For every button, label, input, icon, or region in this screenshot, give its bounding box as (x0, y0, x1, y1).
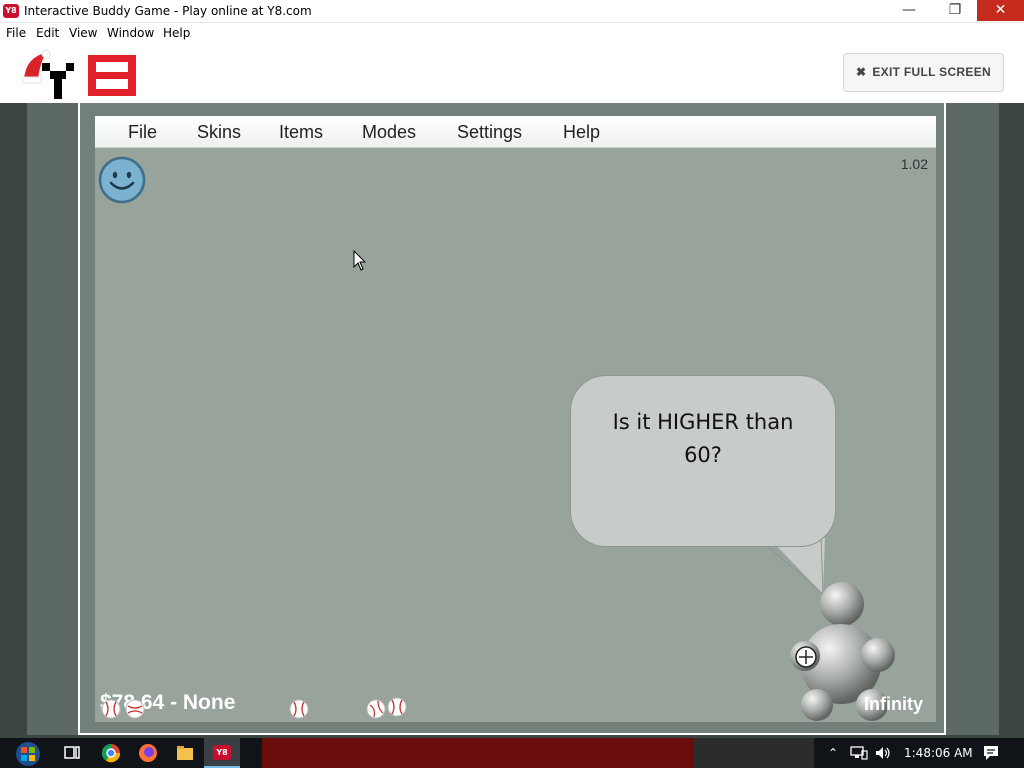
smiley-face-icon[interactable] (98, 156, 146, 204)
speech-line-1: Is it HIGHER than (612, 410, 794, 434)
close-icon: ✖ (856, 65, 867, 79)
minimize-button[interactable]: — (886, 0, 932, 21)
file-explorer-icon[interactable] (175, 743, 195, 763)
game-menu-items[interactable]: Items (279, 122, 323, 142)
version-label: 1.02 (900, 156, 928, 172)
chrome-icon[interactable] (101, 743, 121, 763)
menu-help[interactable]: Help (163, 26, 190, 40)
exit-full-screen-label: EXIT FULL SCREEN (872, 65, 991, 79)
volume-icon[interactable] (874, 745, 892, 761)
speech-bubble-text: Is it HIGHER than 60? (583, 406, 823, 472)
game-menu-settings[interactable]: Settings (457, 122, 522, 142)
baseball-icon[interactable] (125, 699, 145, 719)
window-title-bar: Y8 Interactive Buddy Game - Play online … (0, 0, 1024, 23)
maximize-button[interactable]: ❐ (932, 0, 978, 21)
windows-start-icon[interactable] (14, 741, 42, 767)
y8-app-icon: Y8 (3, 4, 19, 18)
exit-full-screen-button[interactable]: ✖ EXIT FULL SCREEN (843, 53, 1004, 92)
speech-line-2: 60? (684, 443, 722, 467)
firefox-icon[interactable] (138, 743, 158, 763)
game-menu-file[interactable]: File (128, 122, 157, 142)
chevron-up-icon[interactable]: ⌃ (828, 746, 838, 760)
taskbar-clock[interactable]: 1:48:06 AM (904, 746, 973, 760)
y8-app-icon: Y8 (213, 745, 231, 760)
taskbar-background-strip (262, 738, 694, 768)
y8-taskbar-button[interactable]: Y8 (204, 738, 240, 768)
game-menu-modes[interactable]: Modes (362, 122, 416, 142)
baseball-icon[interactable] (101, 699, 121, 719)
game-menu-help[interactable]: Help (563, 122, 600, 142)
taskbar: Y8 ⌃ 1:48:06 AM (0, 738, 1024, 768)
task-view-icon[interactable] (62, 743, 82, 763)
site-header: ✖ EXIT FULL SCREEN (0, 43, 1024, 103)
taskbar-background-thumb (694, 738, 814, 768)
mouse-cursor-icon (353, 250, 367, 271)
close-button[interactable]: ✕ (977, 0, 1024, 21)
menu-window[interactable]: Window (107, 26, 154, 40)
baseball-icon[interactable] (366, 699, 386, 719)
game-canvas[interactable]: File Skins Items Modes Settings Help 1.0… (95, 116, 936, 722)
mode-label: Infinity (864, 694, 923, 714)
network-icon[interactable] (850, 745, 868, 761)
baseball-icon[interactable] (387, 697, 407, 717)
app-menu-bar: File Edit View Window Help (0, 23, 1024, 43)
game-menu-skins[interactable]: Skins (197, 122, 241, 142)
notification-icon[interactable] (982, 744, 1000, 762)
game-menu-bar: File Skins Items Modes Settings Help (95, 116, 936, 148)
menu-edit[interactable]: Edit (36, 26, 59, 40)
y8-logo-icon[interactable] (20, 49, 138, 99)
menu-file[interactable]: File (6, 26, 26, 40)
menu-view[interactable]: View (69, 26, 97, 40)
window-title: Interactive Buddy Game - Play online at … (24, 4, 312, 18)
baseball-icon[interactable] (289, 699, 309, 719)
